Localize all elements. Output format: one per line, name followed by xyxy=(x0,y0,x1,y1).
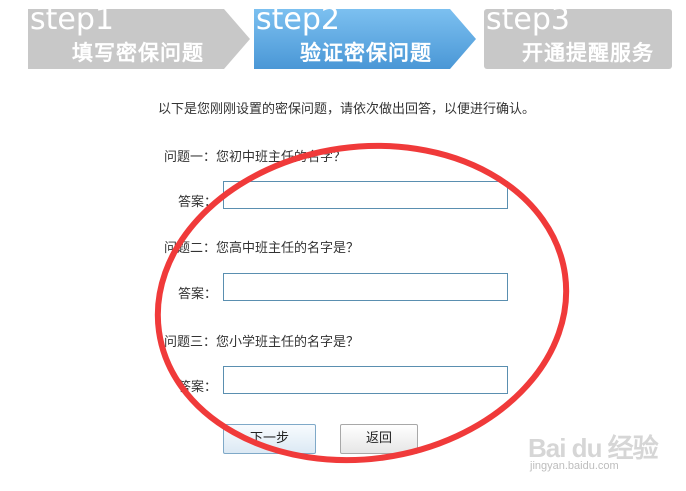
answer-3-label: 答案： xyxy=(178,380,218,395)
step-3-title: 开通提醒服务 xyxy=(522,41,654,65)
step-2-number: step2 xyxy=(256,2,340,37)
step-2-title: 验证密保问题 xyxy=(300,41,432,65)
question-3: 问题三：您小学班主任的名字是？ xyxy=(164,331,359,350)
question-2: 问题二：您高中班主任的名字是？ xyxy=(164,237,359,256)
step-progress-bar: step1 填写密保问题 step2 验证密保问题 step3 开通提醒服务 xyxy=(0,0,686,80)
question-1-label: 问题一： xyxy=(164,150,217,165)
question-1: 问题一：您初中班主任的名字？ xyxy=(164,146,346,165)
back-button[interactable]: 返回 xyxy=(340,424,418,454)
answer-1-label: 答案： xyxy=(178,195,218,210)
step-3-enable-reminder-service: step3 开通提醒服务 xyxy=(484,2,674,69)
answer-3-input[interactable] xyxy=(223,366,508,394)
step-1-title: 填写密保问题 xyxy=(72,41,204,65)
answer-2-label: 答案： xyxy=(178,287,218,302)
question-1-text: 您初中班主任的名字？ xyxy=(216,150,347,165)
next-step-button[interactable]: 下一步 xyxy=(223,424,316,454)
baidu-jingyan-watermark: Bai du 经验 jingyan.baidu.com xyxy=(526,428,676,488)
step-3-number: step3 xyxy=(486,2,570,37)
question-3-text: 您小学班主任的名字是？ xyxy=(216,335,360,350)
question-2-text: 您高中班主任的名字是？ xyxy=(216,241,360,256)
step-1-number: step1 xyxy=(30,2,114,37)
step-2-verify-security-questions: step2 验证密保问题 xyxy=(254,2,476,69)
watermark-url: jingyan.baidu.com xyxy=(530,460,619,472)
question-3-label: 问题三： xyxy=(164,335,217,350)
question-2-label: 问题二： xyxy=(164,241,217,256)
answer-1-input[interactable] xyxy=(223,181,508,209)
instruction-text: 以下是您刚刚设置的密保问题，请依次做出回答，以便进行确认。 xyxy=(158,102,536,117)
answer-2-input[interactable] xyxy=(223,273,508,301)
step-1-fill-security-questions: step1 填写密保问题 xyxy=(28,2,250,69)
